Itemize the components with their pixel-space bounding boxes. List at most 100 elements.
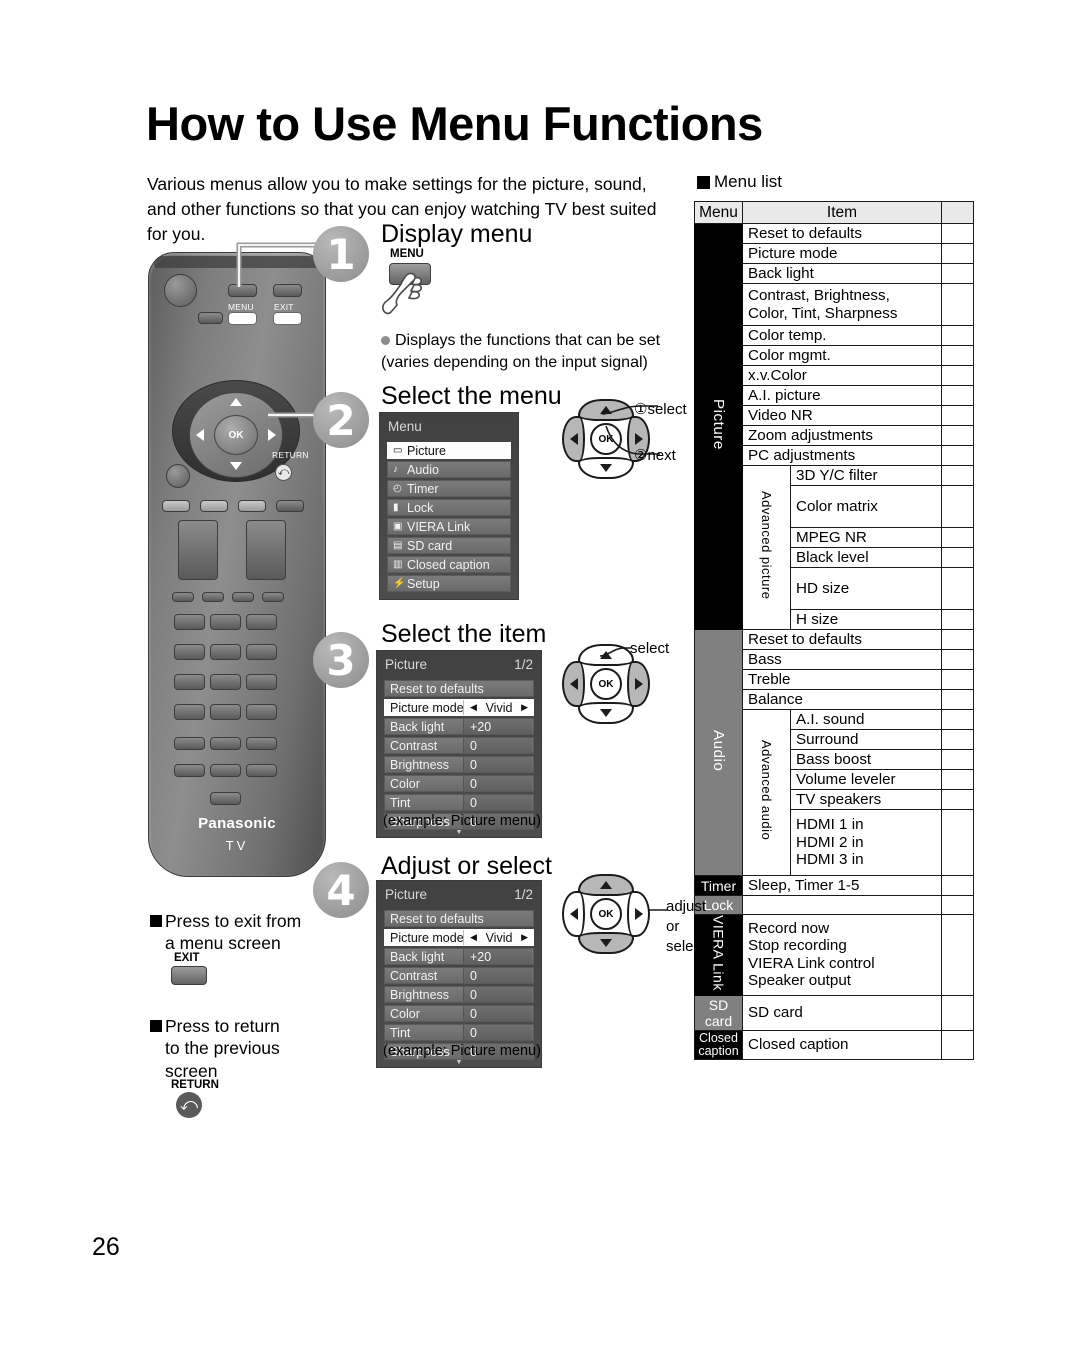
osd-picture-row-reset-to-defaults[interactable]: Reset to defaults: [384, 680, 534, 697]
menu-list-page-cell: [941, 689, 974, 710]
dpad-ok-button-4[interactable]: OK: [590, 898, 622, 930]
remote-aux-button[interactable]: [198, 312, 223, 324]
left-arrow-icon[interactable]: ◀: [470, 932, 477, 943]
osd-picture-row-value[interactable]: ◀ Vivid ▶: [463, 930, 532, 945]
osd-picture-row-value[interactable]: 0: [463, 795, 532, 810]
remote-fn-button-6[interactable]: [246, 764, 277, 777]
osd-menu-item-viera-link[interactable]: ▣ VIERA Link: [387, 518, 511, 535]
remote-num-6[interactable]: [246, 644, 277, 660]
osd-picture-row-color[interactable]: Color 0: [384, 775, 534, 792]
dpad-left-button-4[interactable]: [562, 891, 585, 937]
remote-return-button[interactable]: ⤺: [275, 464, 292, 481]
remote-num-3[interactable]: [246, 614, 277, 630]
menu-list-item-cell: Video NR: [742, 405, 942, 426]
timer-clock-icon: ◴: [393, 483, 402, 494]
osd-picture-row-tint[interactable]: Tint 0: [384, 794, 534, 811]
osd-picture-row-contrast[interactable]: Contrast 0: [384, 967, 534, 984]
dpad-down-button-4[interactable]: [578, 932, 634, 954]
square-bullet-icon-exit: [150, 915, 162, 927]
remote-fn-button-4[interactable]: [174, 764, 205, 777]
remote-fn-button-2[interactable]: [210, 737, 241, 750]
osd-menu-item-sd-card[interactable]: ▤ SD card: [387, 537, 511, 554]
osd-picture-row-brightness[interactable]: Brightness 0: [384, 756, 534, 773]
osd-menu-item-lock[interactable]: ▮ Lock: [387, 499, 511, 516]
remote-fn-button-1[interactable]: [174, 737, 205, 750]
remote-ok-button[interactable]: OK: [214, 415, 258, 455]
note-exit: Press to exit from a menu screen: [150, 910, 330, 955]
remote-num-2[interactable]: [210, 614, 241, 630]
remote-num-0[interactable]: [210, 704, 241, 720]
dpad-right-button-4[interactable]: [627, 891, 650, 937]
right-arrow-icon[interactable]: ▶: [521, 702, 528, 713]
remote-right-arrow-icon[interactable]: [268, 429, 276, 441]
remote-color-button-2[interactable]: [200, 500, 228, 512]
remote-num-4[interactable]: [174, 644, 205, 660]
osd-picture-row-value[interactable]: +20: [463, 949, 532, 964]
right-arrow-icon[interactable]: ▶: [521, 932, 528, 943]
remote-num-9[interactable]: [246, 674, 277, 690]
remote-num-8[interactable]: [210, 674, 241, 690]
remote-round-button[interactable]: [166, 464, 190, 488]
osd-picture-row-value[interactable]: 0: [463, 776, 532, 791]
remote-color-button-4[interactable]: [276, 500, 304, 512]
osd-picture-row-back-light[interactable]: Back light +20: [384, 948, 534, 965]
osd-picture-row-value[interactable]: 0: [463, 1006, 532, 1021]
osd-picture-row-value[interactable]: 0: [463, 738, 532, 753]
step-1-bullet-line2: (varies depending on the input signal): [381, 353, 648, 371]
osd-picture-row-value[interactable]: 0: [463, 757, 532, 772]
osd-picture-row-value[interactable]: +20: [463, 719, 532, 734]
dpad-left-button-3[interactable]: [562, 661, 585, 707]
dpad-ok-button-3[interactable]: OK: [590, 668, 622, 700]
osd-picture-row-value[interactable]: 0: [463, 1025, 532, 1040]
osd-menu-item-audio[interactable]: ♪ Audio: [387, 461, 511, 478]
dpad-left-button[interactable]: [562, 416, 585, 462]
remote-num-1[interactable]: [174, 614, 205, 630]
remote-small-button-2[interactable]: [202, 592, 224, 602]
remote-volume-rocker[interactable]: [246, 520, 286, 580]
menu-list-page-cell: [941, 729, 974, 750]
remote-small-button-3[interactable]: [232, 592, 254, 602]
osd-picture-row-reset-to-defaults[interactable]: Reset to defaults: [384, 910, 534, 927]
osd-menu-item-label: VIERA Link: [407, 519, 471, 534]
dpad-up-button-4[interactable]: [578, 874, 634, 896]
note-return-button-icon[interactable]: ⤺: [176, 1092, 202, 1118]
remote-down-arrow-icon[interactable]: [230, 462, 242, 470]
remote-num-7[interactable]: [174, 674, 205, 690]
osd-picture-row-contrast[interactable]: Contrast 0: [384, 737, 534, 754]
remote-left-arrow-icon[interactable]: [196, 429, 204, 441]
osd-picture-row-brightness[interactable]: Brightness 0: [384, 986, 534, 1003]
remote-color-button-1[interactable]: [162, 500, 190, 512]
remote-exit-button[interactable]: [273, 312, 302, 325]
remote-fn-button-7[interactable]: [210, 792, 241, 805]
remote-up-arrow-icon[interactable]: [230, 398, 242, 406]
remote-menu-button[interactable]: [228, 312, 257, 325]
dpad-down-button-3[interactable]: [578, 702, 634, 724]
osd-picture-row-value[interactable]: 0: [463, 968, 532, 983]
remote-brand-logo: Panasonic: [198, 815, 276, 832]
note-exit-keycap[interactable]: [171, 966, 207, 985]
remote-num-hash[interactable]: [246, 704, 277, 720]
osd-menu-item-closed-caption[interactable]: ▥ Closed caption: [387, 556, 511, 573]
remote-fn-button-3[interactable]: [246, 737, 277, 750]
osd-picture-row-color[interactable]: Color 0: [384, 1005, 534, 1022]
osd-picture-row-tint[interactable]: Tint 0: [384, 1024, 534, 1041]
left-arrow-icon[interactable]: ◀: [470, 702, 477, 713]
osd-picture-row-picture-mode[interactable]: Picture mode ◀ Vivid ▶: [384, 929, 534, 946]
remote-num-5[interactable]: [210, 644, 241, 660]
menu-list-item-cell: [742, 895, 942, 915]
remote-color-button-3[interactable]: [238, 500, 266, 512]
remote-num-star[interactable]: [174, 704, 205, 720]
osd-menu-item-timer[interactable]: ◴ Timer: [387, 480, 511, 497]
remote-small-button-1[interactable]: [172, 592, 194, 602]
osd-picture-row-value[interactable]: 0: [463, 987, 532, 1002]
osd-picture-row-value[interactable]: ◀ Vivid ▶: [463, 700, 532, 715]
remote-channel-rocker[interactable]: [178, 520, 218, 580]
osd-menu-item-picture[interactable]: ▭ Picture: [387, 442, 511, 459]
osd-menu-title: Menu: [387, 417, 511, 440]
osd-menu-item-setup[interactable]: ⚡ Setup: [387, 575, 511, 592]
remote-fn-button-5[interactable]: [210, 764, 241, 777]
osd-picture-row-back-light[interactable]: Back light +20: [384, 718, 534, 735]
power-button[interactable]: [164, 274, 197, 307]
remote-small-button-4[interactable]: [262, 592, 284, 602]
osd-picture-row-picture-mode[interactable]: Picture mode ◀ Vivid ▶: [384, 699, 534, 716]
